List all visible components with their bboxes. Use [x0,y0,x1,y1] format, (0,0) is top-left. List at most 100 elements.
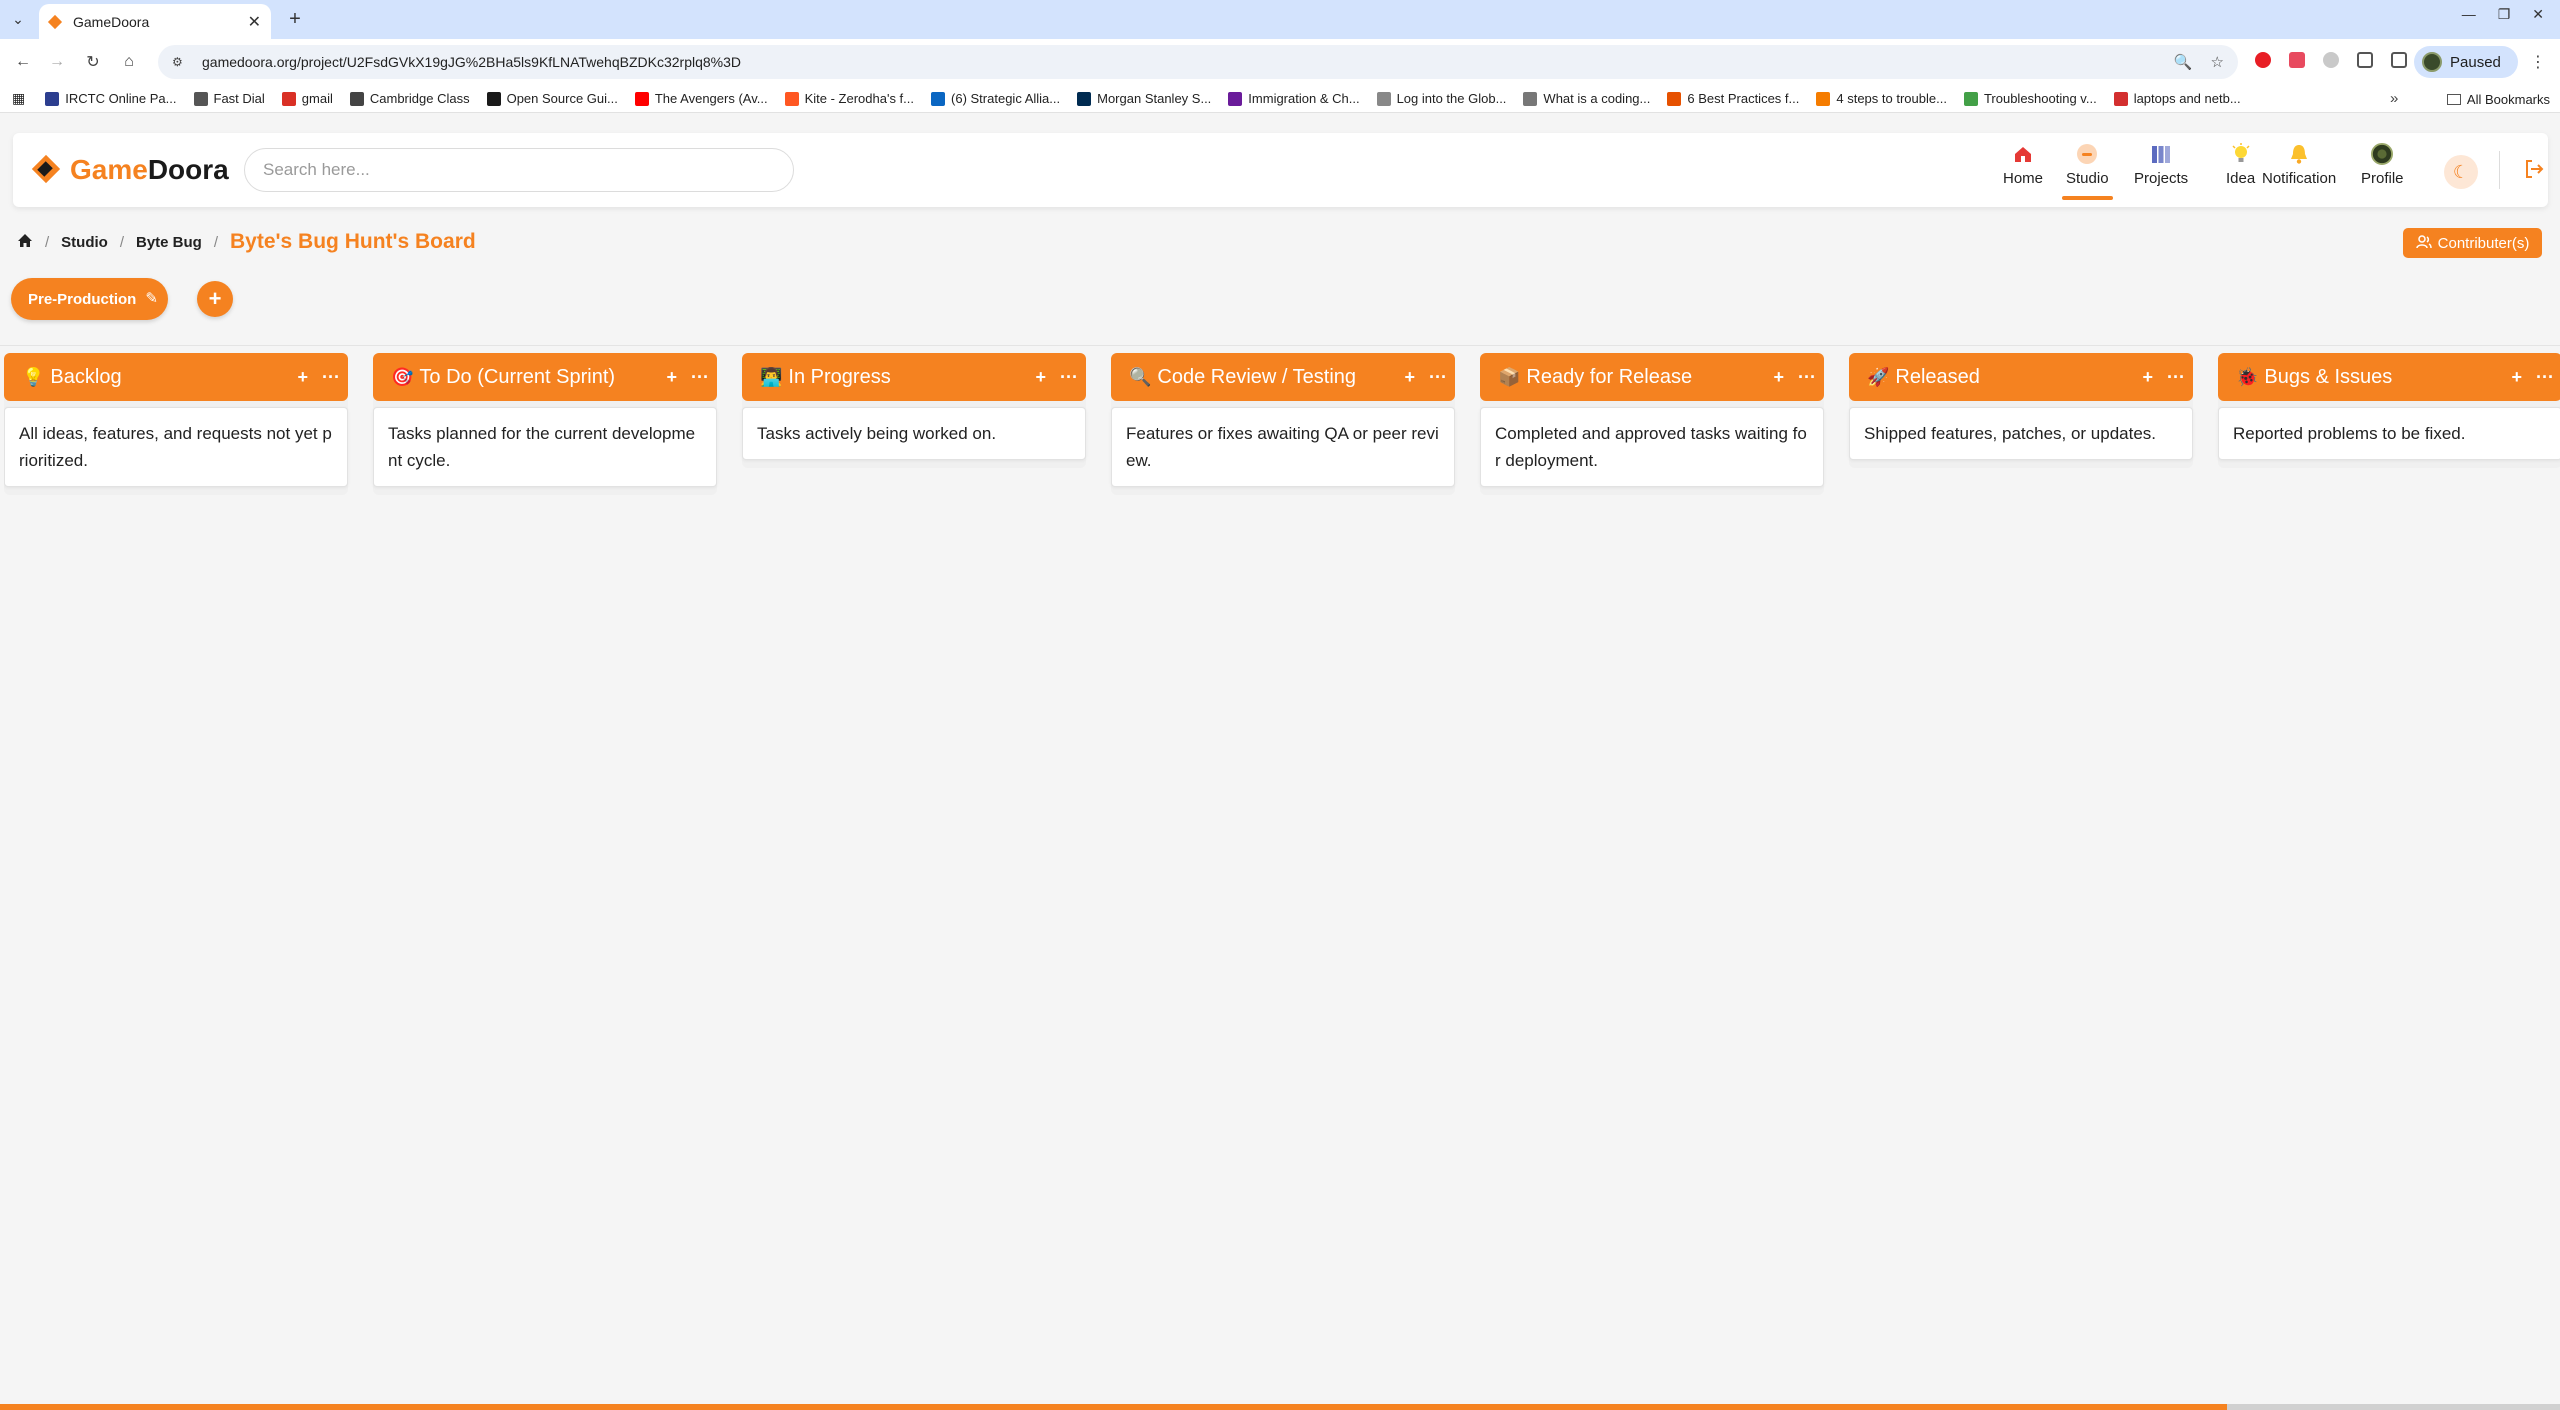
nav-studio[interactable]: Studio [2062,143,2113,200]
bookmark-item[interactable]: laptops and netb... [2113,91,2241,106]
new-tab-icon[interactable]: + [282,6,308,32]
add-stage-button[interactable]: + [197,281,233,317]
bookmark-item[interactable]: Fast Dial [193,91,265,106]
bookmark-item[interactable]: Kite - Zerodha's f... [784,91,914,106]
bookmark-label: Morgan Stanley S... [1097,91,1212,106]
logout-icon[interactable] [2523,158,2545,180]
column-description-card[interactable]: All ideas, features, and requests not ye… [4,407,348,487]
extensions-puzzle-icon[interactable] [2357,52,2373,68]
bookmark-item[interactable]: 4 steps to trouble... [1816,91,1947,106]
add-card-icon[interactable]: + [1774,367,1785,388]
browser-menu-icon[interactable]: ⋮ [2530,52,2546,72]
side-panel-icon[interactable] [2391,52,2407,68]
more-bookmarks-icon[interactable]: » [2390,90,2398,107]
bookmark-label: Open Source Gui... [506,91,618,106]
bookmark-item[interactable]: Cambridge Class [349,91,470,106]
column-emoji-icon: 💡 [22,366,45,387]
column-description-card[interactable]: Shipped features, patches, or updates. [1849,407,2193,460]
browser-tab[interactable]: GameDoora ✕ [39,4,271,39]
home-browser-icon[interactable]: ⌂ [118,51,140,73]
extension-gray-icon[interactable] [2323,52,2339,68]
forward-icon[interactable]: → [46,51,68,73]
breadcrumb-home-icon[interactable] [17,233,33,252]
add-card-icon[interactable]: + [1405,367,1416,388]
restore-icon[interactable]: ❐ [2498,6,2511,23]
back-icon[interactable]: ← [12,51,34,73]
site-info-icon[interactable]: ⚙ [172,55,188,69]
bookmark-item[interactable]: Immigration & Ch... [1228,91,1360,106]
column-description-card[interactable]: Tasks planned for the current developmen… [373,407,717,487]
zoom-icon[interactable]: 🔍 [2174,53,2193,71]
window-close-icon[interactable]: ✕ [2532,6,2544,23]
stage-selector-button[interactable]: Pre-Production ✎ [11,278,168,320]
minimize-icon[interactable]: — [2462,6,2476,23]
bookmark-item[interactable]: gmail [281,91,333,106]
reload-icon[interactable]: ↻ [82,51,104,73]
bookmark-item[interactable]: 6 Best Practices f... [1667,91,1799,106]
add-card-icon[interactable]: + [2512,367,2523,388]
column-more-icon[interactable]: ··· [1798,367,1816,388]
close-tab-icon[interactable]: ✕ [248,12,261,32]
bookmark-label: 6 Best Practices f... [1687,91,1800,106]
column-more-icon[interactable]: ··· [1060,367,1078,388]
column-more-icon[interactable]: ··· [2536,367,2554,388]
column-description-card[interactable]: Reported problems to be fixed. [2218,407,2560,460]
bookmark-label: Fast Dial [213,91,265,106]
extension-record-icon[interactable] [2289,52,2305,68]
board-column: 🎯 To Do (Current Sprint) + ··· Tasks planned… [373,353,717,495]
add-card-icon[interactable]: + [2143,367,2154,388]
breadcrumb-byte-bug[interactable]: Byte Bug [136,234,202,251]
bookmark-item[interactable]: Morgan Stanley S... [1077,91,1211,106]
tab-search-chevron-icon[interactable]: ⌄ [8,8,28,30]
contributors-button[interactable]: Contributer(s) [2403,228,2542,258]
browser-tab-strip: ⌄ GameDoora ✕ + — ❐ ✕ [0,0,2560,39]
column-description-card[interactable]: Features or fixes awaiting QA or peer re… [1111,407,1455,487]
apps-grid-icon[interactable]: ▦ [12,90,25,107]
search-input[interactable] [244,148,794,192]
nav-idea[interactable]: Idea [2226,143,2255,187]
bookmark-item[interactable]: Log into the Glob... [1376,91,1506,106]
profile-paused-button[interactable]: Paused [2414,46,2518,78]
column-title: To Do (Current Sprint) [419,365,616,388]
board-column: 🐞 Bugs & Issues + ··· Reported problems to b… [2218,353,2560,468]
nav-notification[interactable]: Notification [2262,143,2336,187]
column-header[interactable]: 📦 Ready for Release + ··· [1480,353,1824,401]
column-header[interactable]: 🚀 Released + ··· [1849,353,2193,401]
column-header[interactable]: 🐞 Bugs & Issues + ··· [2218,353,2560,401]
breadcrumb-studio[interactable]: Studio [61,234,108,251]
bookmark-item[interactable]: Troubleshooting v... [1963,91,2097,106]
column-header[interactable]: 🔍 Code Review / Testing + ··· [1111,353,1455,401]
url-bar[interactable]: ⚙ gamedoora.org/project/U2FsdGVkX19gJG%2… [158,45,2238,79]
column-header[interactable]: 💡 Backlog + ··· [4,353,348,401]
board-column: 🔍 Code Review / Testing + ··· Features or fi… [1111,353,1455,495]
irctc-icon [45,91,60,106]
nav-projects[interactable]: Projects [2134,143,2188,187]
column-more-icon[interactable]: ··· [1429,367,1447,388]
column-description-card[interactable]: Completed and approved tasks waiting for… [1480,407,1824,487]
column-description-card[interactable]: Tasks actively being worked on. [742,407,1086,460]
column-header[interactable]: 👨‍💻 In Progress + ··· [742,353,1086,401]
extension-opera-icon[interactable] [2255,52,2271,68]
column-more-icon[interactable]: ··· [691,367,709,388]
column-header[interactable]: 🎯 To Do (Current Sprint) + ··· [373,353,717,401]
add-card-icon[interactable]: + [1036,367,1047,388]
edit-pencil-icon[interactable]: ✎ [145,289,158,307]
bookmark-label: The Avengers (Av... [654,91,768,106]
gamedoora-logo[interactable]: Game Doora [30,153,229,187]
bookmark-item[interactable]: (6) Strategic Allia... [931,91,1060,106]
bookmark-star-icon[interactable]: ☆ [2211,53,2224,71]
bookmark-item[interactable]: What is a coding... [1523,91,1650,106]
theme-toggle-moon-icon[interactable]: ☾ [2444,155,2478,189]
nav-home[interactable]: Home [2003,143,2043,187]
bookmark-item[interactable]: The Avengers (Av... [634,91,768,106]
nav-notification-label: Notification [2262,170,2337,187]
column-more-icon[interactable]: ··· [322,367,340,388]
immigration-icon [1228,91,1243,106]
add-card-icon[interactable]: + [667,367,678,388]
all-bookmarks[interactable]: All Bookmarks [2446,85,2550,113]
column-more-icon[interactable]: ··· [2167,367,2185,388]
bookmark-item[interactable]: Open Source Gui... [486,91,618,106]
bookmark-item[interactable]: IRCTC Online Pa... [45,91,177,106]
nav-profile[interactable]: Profile [2361,143,2404,187]
add-card-icon[interactable]: + [298,367,309,388]
